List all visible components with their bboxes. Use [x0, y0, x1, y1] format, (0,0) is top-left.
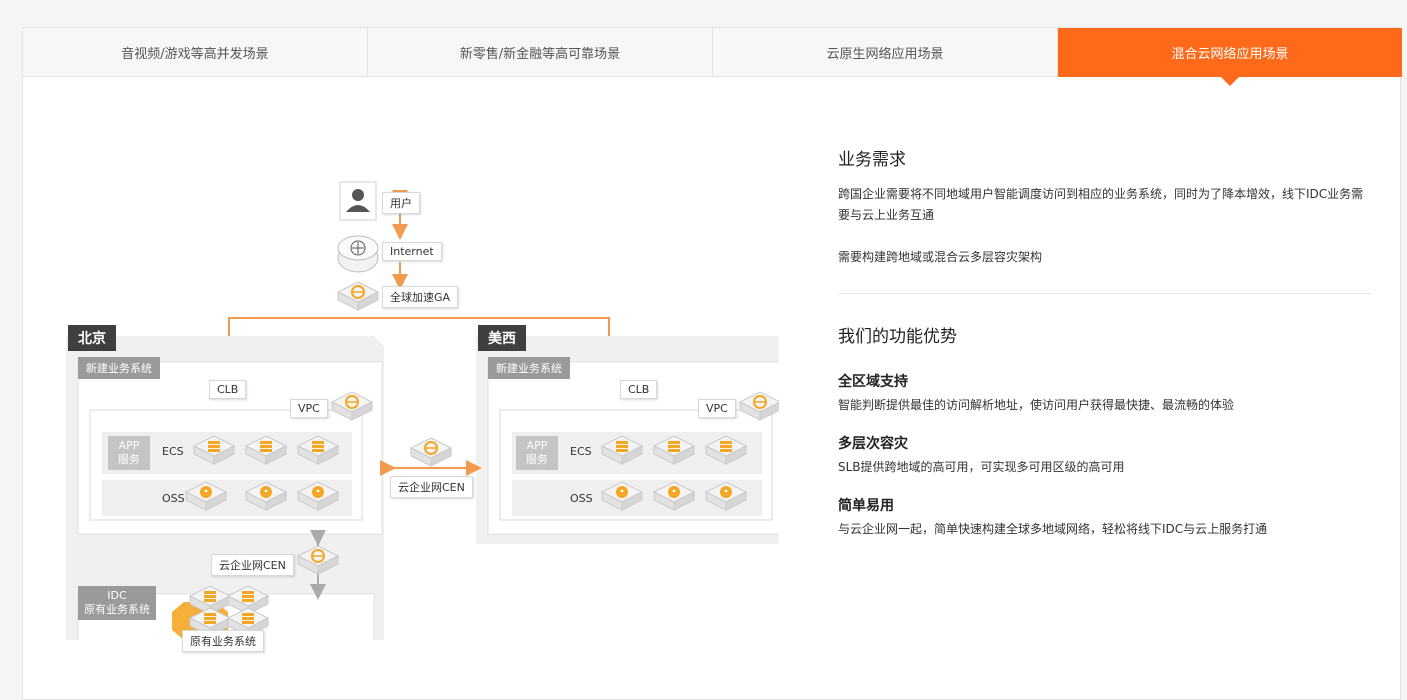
- app-service-beijing: APP 服务: [108, 436, 150, 470]
- tab-high-reliability[interactable]: 新零售/新金融等高可靠场景: [368, 28, 713, 77]
- feature-desc: 与云企业网一起，简单快速构建全球多地域网络，轻松将线下IDC与云上服务打通: [838, 522, 1268, 536]
- feature-desc: 智能判断提供最佳的访问解析地址，使访问用户获得最快捷、最流畅的体验: [838, 398, 1235, 412]
- ga-icon: [338, 282, 378, 310]
- diagram-graphics: [66, 181, 779, 640]
- requirements-text-1: 跨国企业需要将不同地域用户智能调度访问到相应的业务系统，同时为了降本增效，线下I…: [838, 187, 1364, 222]
- region-uswest: 美西: [478, 325, 526, 351]
- clb-uswest: CLB: [620, 380, 658, 399]
- section-divider: [838, 293, 1371, 294]
- feature-title: 全区域支持: [838, 374, 908, 390]
- region-beijing: 北京: [68, 325, 116, 351]
- internet-label: Internet: [382, 242, 442, 261]
- idc-label: IDC 原有业务系统: [78, 586, 156, 620]
- feature-title: 多层次容灾: [838, 436, 908, 452]
- vpc-uswest: VPC: [698, 399, 736, 418]
- new-system-beijing: 新建业务系统: [78, 357, 160, 379]
- clb-beijing: CLB: [209, 380, 247, 399]
- vpc-beijing: VPC: [290, 399, 328, 418]
- advantages-title: 我们的功能优势: [838, 327, 957, 347]
- tab-cloud-native[interactable]: 云原生网络应用场景: [713, 28, 1058, 77]
- ga-label: 全球加速GA: [382, 286, 459, 308]
- requirements-text-2: 需要构建跨地域或混合云多层容灾架构: [838, 250, 1043, 264]
- oss-beijing: OSS: [162, 492, 185, 505]
- requirements-title: 业务需求: [838, 150, 906, 170]
- description-column: 业务需求 跨国企业需要将不同地域用户智能调度访问到相应的业务系统，同时为了降本增…: [838, 140, 1371, 540]
- app-service-uswest: APP 服务: [516, 436, 558, 470]
- user-label: 用户: [382, 192, 420, 214]
- legacy-system-label: 原有业务系统: [182, 630, 264, 652]
- cen-label-horizontal: 云企业网CEN: [390, 476, 473, 498]
- scenario-tabs: 音视频/游戏等高并发场景 新零售/新金融等高可靠场景 云原生网络应用场景 混合云…: [23, 28, 1402, 86]
- tab-high-concurrency[interactable]: 音视频/游戏等高并发场景: [23, 28, 368, 77]
- ecs-beijing: ECS: [162, 445, 184, 458]
- feature-title: 简单易用: [838, 498, 894, 514]
- tab-hybrid-cloud[interactable]: 混合云网络应用场景: [1058, 28, 1402, 86]
- ecs-uswest: ECS: [570, 445, 592, 458]
- new-system-uswest: 新建业务系统: [488, 357, 570, 379]
- oss-uswest: OSS: [570, 492, 593, 505]
- architecture-diagram: 用户 Internet 全球加速GA 北京 新建业务系统 CLB VPC APP…: [44, 150, 779, 652]
- cen-label-vertical: 云企业网CEN: [211, 554, 294, 576]
- feature-desc: SLB提供跨地域的高可用，可实现多可用区级的高可用: [838, 460, 1125, 474]
